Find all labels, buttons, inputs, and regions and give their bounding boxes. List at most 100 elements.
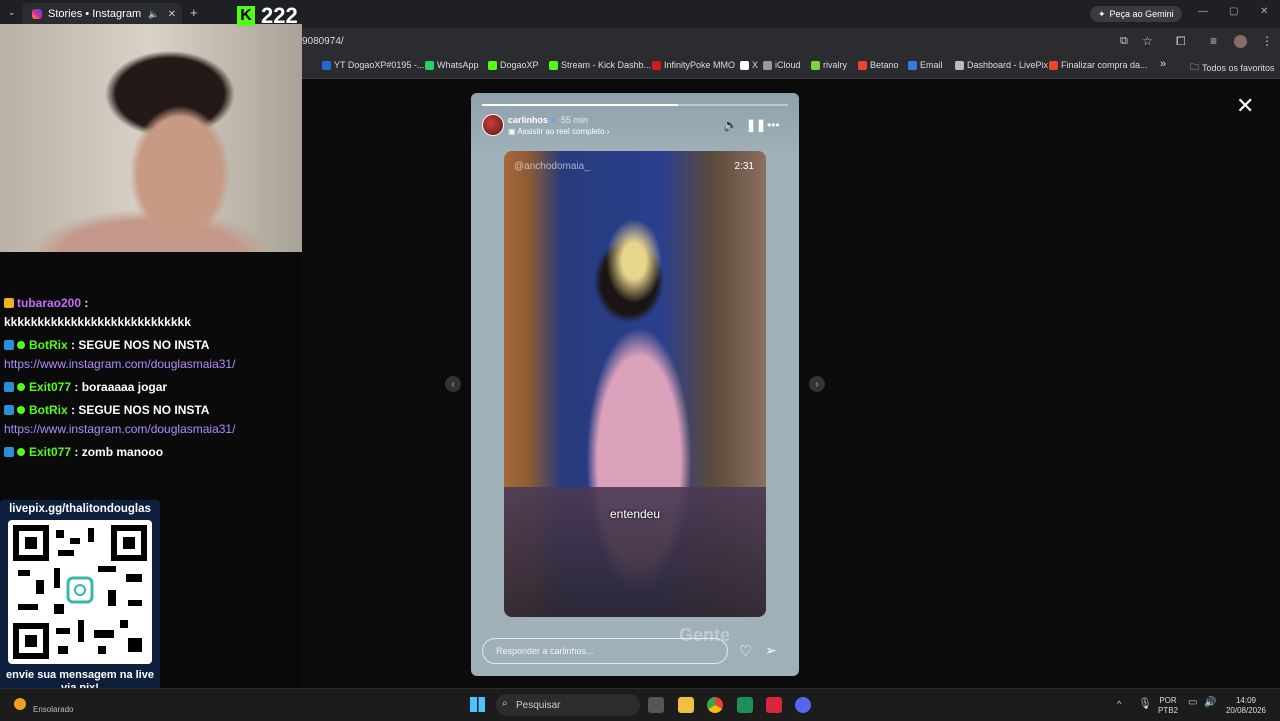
- chat-text: kkkkkkkkkkkkkkkkkkkkkkkkkkkk: [4, 315, 191, 329]
- menu-icon[interactable]: ⋮: [1261, 34, 1273, 48]
- bookmark-item[interactable]: Betano: [858, 60, 899, 70]
- video-timestamp: 2:31: [734, 161, 754, 172]
- story-progress-bar: [482, 104, 788, 106]
- chat-username[interactable]: BotRix: [29, 403, 68, 417]
- taskbar-search[interactable]: ⌕ Pesquisar: [496, 694, 640, 716]
- bookmark-item[interactable]: rivalry: [811, 60, 847, 70]
- windows-taskbar: Ensolarado ⌕ Pesquisar ^ 🎙 POR PTB2 ▭ 🔊 …: [0, 688, 1280, 721]
- bookmark-label: iCloud: [775, 60, 801, 70]
- url-fragment: 9080974/: [302, 36, 344, 47]
- bookmark-favicon-icon: [652, 60, 661, 70]
- next-story-button[interactable]: ›: [809, 376, 825, 392]
- weather-label[interactable]: Ensolarado: [33, 705, 73, 714]
- app-icon-green[interactable]: [737, 697, 753, 713]
- watch-full-reel-link[interactable]: ▣ Assistir ao reel completo ›: [508, 127, 609, 136]
- chat-separator: :: [67, 338, 79, 352]
- bookmark-favicon-icon: [955, 60, 964, 70]
- bookmark-favicon-icon: [858, 60, 867, 70]
- profile-avatar[interactable]: [1234, 35, 1247, 48]
- clock[interactable]: 14:09 20/08/2026: [1222, 696, 1270, 716]
- avatar[interactable]: [482, 114, 504, 136]
- extensions-icon[interactable]: ⧠: [1176, 34, 1186, 49]
- bookmark-item[interactable]: Dashboard - LivePix: [955, 60, 1048, 70]
- instagram-icon: [32, 9, 42, 19]
- story-username[interactable]: carlinhos ●: [508, 115, 556, 125]
- install-app-icon[interactable]: ⧉: [1120, 35, 1128, 48]
- task-view-icon[interactable]: [648, 697, 664, 713]
- chat-link[interactable]: https://www.instagram.com/douglasmaia31/: [4, 422, 235, 436]
- bookmark-item[interactable]: Stream - Kick Dashb...: [549, 60, 651, 70]
- bookmark-item[interactable]: X: [740, 60, 758, 70]
- tab-title: Stories • Instagram: [48, 8, 142, 20]
- chat-username[interactable]: BotRix: [29, 338, 68, 352]
- all-favorites-folder[interactable]: 🗀 Todos os favoritos: [1190, 60, 1275, 76]
- folder-icon: 🗀: [1190, 62, 1200, 72]
- previous-story-button[interactable]: ‹: [445, 376, 461, 392]
- heart-icon[interactable]: ♡: [739, 642, 752, 660]
- minimize-button[interactable]: —: [1198, 6, 1208, 17]
- clock-time: 14:09: [1235, 696, 1257, 705]
- microphone-icon[interactable]: 🎙: [1138, 697, 1152, 710]
- close-stories-icon[interactable]: ✕: [1236, 93, 1254, 119]
- mute-icon[interactable]: 🔈: [723, 118, 738, 132]
- bookmark-favicon-icon: [763, 60, 772, 70]
- chat-separator: :: [71, 380, 82, 394]
- new-tab-button[interactable]: +: [190, 5, 198, 20]
- pause-icon[interactable]: ❚❚: [746, 118, 766, 132]
- network-icon[interactable]: ▭: [1188, 697, 1197, 708]
- bookmark-item[interactable]: Email: [908, 60, 943, 70]
- chat-username[interactable]: Exit077: [29, 445, 71, 459]
- bookmark-item[interactable]: Finalizar compra da...: [1049, 60, 1148, 70]
- star-icon[interactable]: ☆: [1142, 34, 1153, 48]
- gemini-button[interactable]: ✦ Peça ao Gemini: [1090, 6, 1182, 22]
- verified-badge-icon: [17, 341, 25, 349]
- video-caption: entendeu: [609, 507, 661, 521]
- tab-search-icon[interactable]: ≡: [1210, 34, 1217, 48]
- bookmark-item[interactable]: WhatsApp: [425, 60, 479, 70]
- chat-username[interactable]: Exit077: [29, 380, 71, 394]
- bookmark-item[interactable]: DogaoXP: [488, 60, 539, 70]
- bookmark-favicon-icon: [811, 60, 820, 70]
- lang-top: POR: [1159, 696, 1177, 705]
- reply-input[interactable]: Responder a carlinhos...: [482, 638, 728, 664]
- sparkle-icon: ✦: [1098, 8, 1106, 19]
- chat-username[interactable]: tubarao200: [17, 296, 81, 310]
- speaker-icon[interactable]: 🔈: [148, 9, 159, 20]
- start-button[interactable]: [470, 697, 485, 712]
- gemini-label: Peça ao Gemini: [1109, 9, 1174, 19]
- bookmark-item[interactable]: YT DogaoXP#0195 -...: [322, 60, 424, 70]
- story-viewer: carlinhos ● 55 min ▣ Assistir ao reel co…: [471, 93, 799, 676]
- tab-list-chevron-icon[interactable]: ⌄: [8, 7, 16, 18]
- bookmark-item[interactable]: InfinityPoke MMO: [652, 60, 735, 70]
- moderator-badge-icon: [4, 405, 14, 415]
- window-close-button[interactable]: ✕: [1260, 6, 1268, 17]
- bookmark-favicon-icon: [322, 60, 331, 70]
- bookmark-favicon-icon: [740, 60, 749, 70]
- bookmark-item[interactable]: iCloud: [763, 60, 801, 70]
- bookmark-label: rivalry: [823, 60, 847, 70]
- maximize-button[interactable]: ▢: [1229, 6, 1238, 17]
- app-icon-red[interactable]: [766, 697, 782, 713]
- more-options-icon[interactable]: •••: [767, 118, 780, 132]
- chat-link[interactable]: https://www.instagram.com/douglasmaia31/: [4, 357, 235, 371]
- tray-chevron-icon[interactable]: ^: [1117, 699, 1121, 709]
- send-icon[interactable]: ➢: [765, 642, 777, 659]
- tab-instagram-stories[interactable]: Stories • Instagram 🔈 ✕: [22, 3, 182, 25]
- volume-icon[interactable]: 🔊: [1204, 697, 1216, 708]
- tab-close-icon[interactable]: ✕: [168, 9, 176, 20]
- video-watermark: @anchodomaia_: [514, 161, 590, 172]
- language-indicator[interactable]: POR PTB2: [1158, 696, 1178, 716]
- bookmarks-more-button[interactable]: »: [1160, 58, 1166, 70]
- moderator-badge-icon: [4, 382, 14, 392]
- livepix-title: livepix.gg/thalitondouglas: [9, 503, 151, 515]
- chrome-icon[interactable]: [707, 697, 723, 713]
- chat-separator: :: [67, 403, 79, 417]
- bookmark-favicon-icon: [488, 60, 497, 70]
- verified-icon: ●: [550, 115, 556, 125]
- weather-sun-icon[interactable]: [14, 698, 26, 710]
- livepix-widget: livepix.gg/thalitondouglas envie sua men…: [0, 500, 160, 700]
- discord-icon[interactable]: [795, 697, 811, 713]
- kick-logo-icon: K: [237, 6, 255, 26]
- file-explorer-icon[interactable]: [678, 697, 694, 713]
- story-video[interactable]: @anchodomaia_ 2:31 entendeu: [504, 151, 766, 617]
